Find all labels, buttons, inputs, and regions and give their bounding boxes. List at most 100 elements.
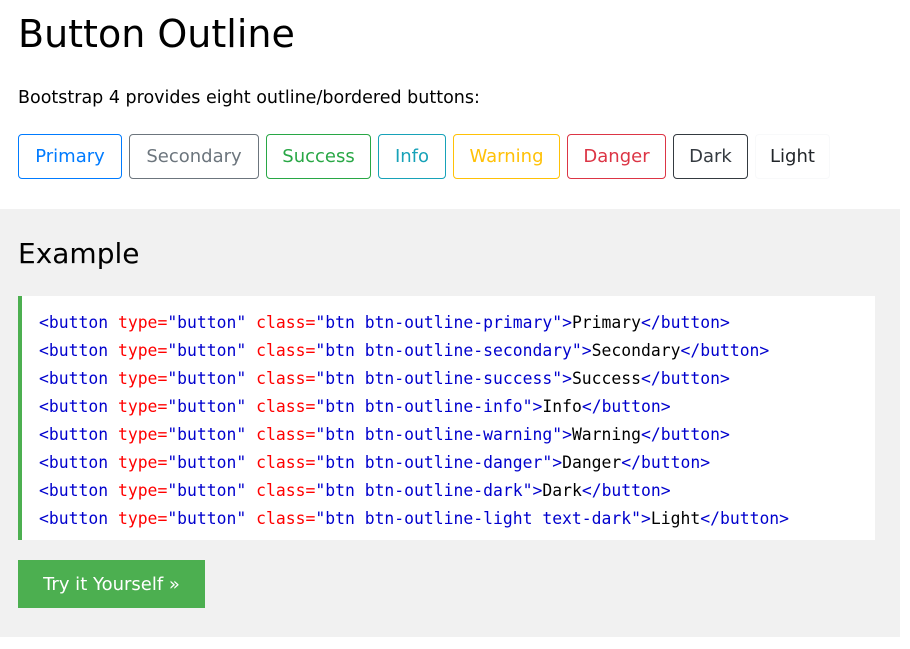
code-equals: = bbox=[305, 313, 316, 332]
code-type-value: "button" bbox=[167, 341, 247, 360]
success-outline-button[interactable]: Success bbox=[266, 134, 371, 179]
code-close-bracket: > bbox=[581, 341, 592, 360]
code-close-tag: </button> bbox=[680, 341, 770, 360]
code-open-tag: <button bbox=[39, 453, 109, 472]
code-close-bracket: > bbox=[552, 453, 563, 472]
code-class-attr: class bbox=[256, 341, 306, 360]
code-line: <button type="button" class="btn btn-out… bbox=[39, 421, 875, 449]
code-open-tag: <button bbox=[39, 313, 109, 332]
code-equals: = bbox=[157, 453, 168, 472]
code-close-bracket: > bbox=[532, 481, 543, 500]
try-it-yourself-button[interactable]: Try it Yourself » bbox=[18, 560, 205, 608]
code-type-attr: type bbox=[117, 509, 158, 528]
code-type-attr: type bbox=[117, 481, 158, 500]
code-type-attr: type bbox=[117, 341, 158, 360]
code-type-value: "button" bbox=[167, 369, 247, 388]
code-line: <button type="button" class="btn btn-out… bbox=[39, 365, 875, 393]
code-open-tag: <button bbox=[39, 369, 109, 388]
code-button-text: Primary bbox=[571, 313, 642, 332]
code-class-value: "btn btn-outline-warning" bbox=[315, 425, 563, 444]
code-class-attr: class bbox=[256, 369, 306, 388]
page-title: Button Outline bbox=[18, 12, 295, 56]
code-class-attr: class bbox=[256, 313, 306, 332]
danger-outline-button[interactable]: Danger bbox=[567, 134, 666, 179]
code-button-text: Warning bbox=[571, 425, 642, 444]
code-button-text: Danger bbox=[562, 453, 622, 472]
primary-outline-button[interactable]: Primary bbox=[18, 134, 122, 179]
code-equals: = bbox=[157, 313, 168, 332]
code-class-attr: class bbox=[256, 425, 306, 444]
code-class-value: "btn btn-outline-danger" bbox=[315, 453, 553, 472]
code-equals: = bbox=[305, 397, 316, 416]
code-button-text: Secondary bbox=[591, 341, 681, 360]
code-equals: = bbox=[157, 425, 168, 444]
code-class-attr: class bbox=[256, 509, 306, 528]
code-close-tag: </button> bbox=[581, 481, 671, 500]
code-equals: = bbox=[157, 369, 168, 388]
code-button-text: Success bbox=[571, 369, 642, 388]
code-open-tag: <button bbox=[39, 341, 109, 360]
example-title: Example bbox=[18, 237, 140, 270]
code-equals: = bbox=[157, 509, 168, 528]
code-equals: = bbox=[305, 509, 316, 528]
code-type-attr: type bbox=[117, 313, 158, 332]
code-close-bracket: > bbox=[562, 425, 572, 444]
code-type-value: "button" bbox=[167, 397, 247, 416]
info-outline-button[interactable]: Info bbox=[378, 134, 446, 179]
code-close-tag: </button> bbox=[641, 313, 730, 332]
code-line: <button type="button" class="btn btn-out… bbox=[39, 337, 875, 365]
code-type-value: "button" bbox=[167, 481, 247, 500]
code-equals: = bbox=[157, 481, 168, 500]
code-type-attr: type bbox=[117, 369, 158, 388]
code-line: <button type="button" class="btn btn-out… bbox=[39, 309, 875, 337]
code-class-value: "btn btn-outline-info" bbox=[315, 397, 533, 416]
code-equals: = bbox=[305, 341, 316, 360]
dark-outline-button[interactable]: Dark bbox=[673, 134, 748, 179]
code-class-attr: class bbox=[256, 453, 306, 472]
code-button-text: Info bbox=[542, 397, 582, 416]
code-equals: = bbox=[305, 481, 316, 500]
code-open-tag: <button bbox=[39, 481, 109, 500]
warning-outline-button[interactable]: Warning bbox=[453, 134, 560, 179]
code-button-text: Light bbox=[650, 509, 701, 528]
light-outline-button[interactable]: Light bbox=[755, 134, 830, 179]
code-class-value: "btn btn-outline-success" bbox=[315, 369, 563, 388]
code-close-bracket: > bbox=[562, 313, 572, 332]
outline-button-row: Primary Secondary Success Info Warning D… bbox=[18, 134, 830, 179]
code-close-bracket: > bbox=[562, 369, 572, 388]
code-line: <button type="button" class="btn btn-out… bbox=[39, 505, 875, 533]
code-class-value: "btn btn-outline-primary" bbox=[315, 313, 563, 332]
code-equals: = bbox=[305, 425, 316, 444]
code-type-attr: type bbox=[117, 425, 158, 444]
code-type-value: "button" bbox=[167, 453, 247, 472]
code-equals: = bbox=[157, 397, 168, 416]
code-button-text: Dark bbox=[542, 481, 582, 500]
code-class-value: "btn btn-outline-light text-dark" bbox=[315, 509, 642, 528]
code-line: <button type="button" class="btn btn-out… bbox=[39, 477, 875, 505]
code-equals: = bbox=[305, 369, 316, 388]
code-close-bracket: > bbox=[532, 397, 543, 416]
code-line: <button type="button" class="btn btn-out… bbox=[39, 393, 875, 421]
code-class-attr: class bbox=[256, 397, 306, 416]
code-type-value: "button" bbox=[167, 509, 247, 528]
code-type-value: "button" bbox=[167, 313, 247, 332]
code-line: <button type="button" class="btn btn-out… bbox=[39, 449, 875, 477]
code-type-attr: type bbox=[117, 397, 158, 416]
code-open-tag: <button bbox=[39, 397, 109, 416]
code-type-attr: type bbox=[117, 453, 158, 472]
secondary-outline-button[interactable]: Secondary bbox=[129, 134, 259, 179]
code-close-bracket: > bbox=[641, 509, 651, 528]
code-type-value: "button" bbox=[167, 425, 247, 444]
code-open-tag: <button bbox=[39, 509, 109, 528]
code-close-tag: </button> bbox=[581, 397, 671, 416]
code-close-tag: </button> bbox=[621, 453, 711, 472]
code-close-tag: </button> bbox=[700, 509, 790, 528]
code-class-attr: class bbox=[256, 481, 306, 500]
code-class-value: "btn btn-outline-dark" bbox=[315, 481, 533, 500]
code-equals: = bbox=[305, 453, 316, 472]
intro-text: Bootstrap 4 provides eight outline/borde… bbox=[18, 88, 480, 108]
code-block: <button type="button" class="btn btn-out… bbox=[18, 296, 875, 540]
code-close-tag: </button> bbox=[641, 369, 730, 388]
code-equals: = bbox=[157, 341, 168, 360]
code-class-value: "btn btn-outline-secondary" bbox=[315, 341, 582, 360]
